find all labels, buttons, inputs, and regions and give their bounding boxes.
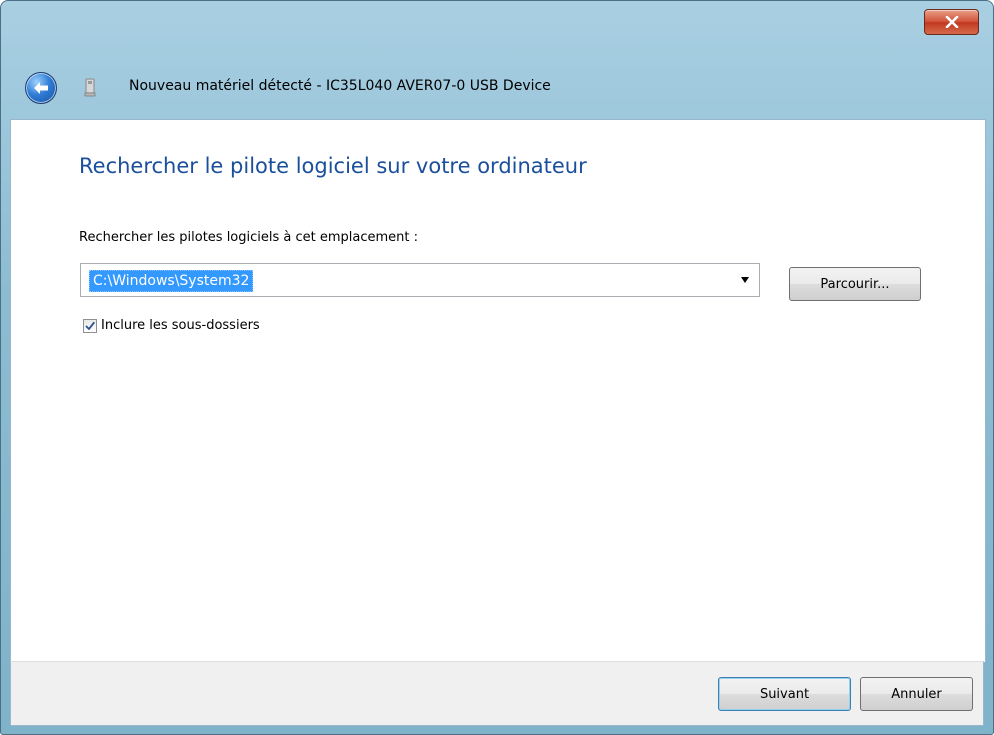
cancel-button-label: Annuler <box>891 686 942 702</box>
window-caption: Nouveau matériel détecté - IC35L040 AVER… <box>129 78 551 94</box>
path-input[interactable]: C:\Windows\System32 <box>89 270 254 292</box>
next-button[interactable]: Suivant <box>718 677 851 711</box>
close-button[interactable] <box>924 9 979 35</box>
include-subfolders-label: Inclure les sous-dossiers <box>101 318 260 333</box>
chevron-down-icon[interactable] <box>741 277 749 283</box>
back-arrow-icon <box>34 82 48 94</box>
browse-button[interactable]: Parcourir... <box>789 267 921 301</box>
path-combobox[interactable]: C:\Windows\System32 <box>80 263 760 297</box>
location-label: Rechercher les pilotes logiciels à cet e… <box>79 230 419 245</box>
checkmark-icon <box>85 321 95 330</box>
usb-device-icon <box>84 78 96 97</box>
wizard-content: Rechercher le pilote logiciel sur votre … <box>10 119 986 662</box>
browse-button-label: Parcourir... <box>820 276 890 292</box>
back-button[interactable] <box>25 72 57 104</box>
cancel-button[interactable]: Annuler <box>860 677 973 711</box>
wizard-footer: Suivant Annuler <box>10 661 984 726</box>
close-icon <box>945 16 958 28</box>
include-subfolders-checkbox[interactable] <box>83 318 97 333</box>
wizard-window: Nouveau matériel détecté - IC35L040 AVER… <box>0 0 994 735</box>
include-subfolders-option[interactable]: Inclure les sous-dossiers <box>83 318 260 333</box>
next-button-label: Suivant <box>759 686 810 702</box>
page-title: Rechercher le pilote logiciel sur votre … <box>79 154 587 178</box>
wizard-header: Nouveau matériel détecté - IC35L040 AVER… <box>1 59 993 119</box>
